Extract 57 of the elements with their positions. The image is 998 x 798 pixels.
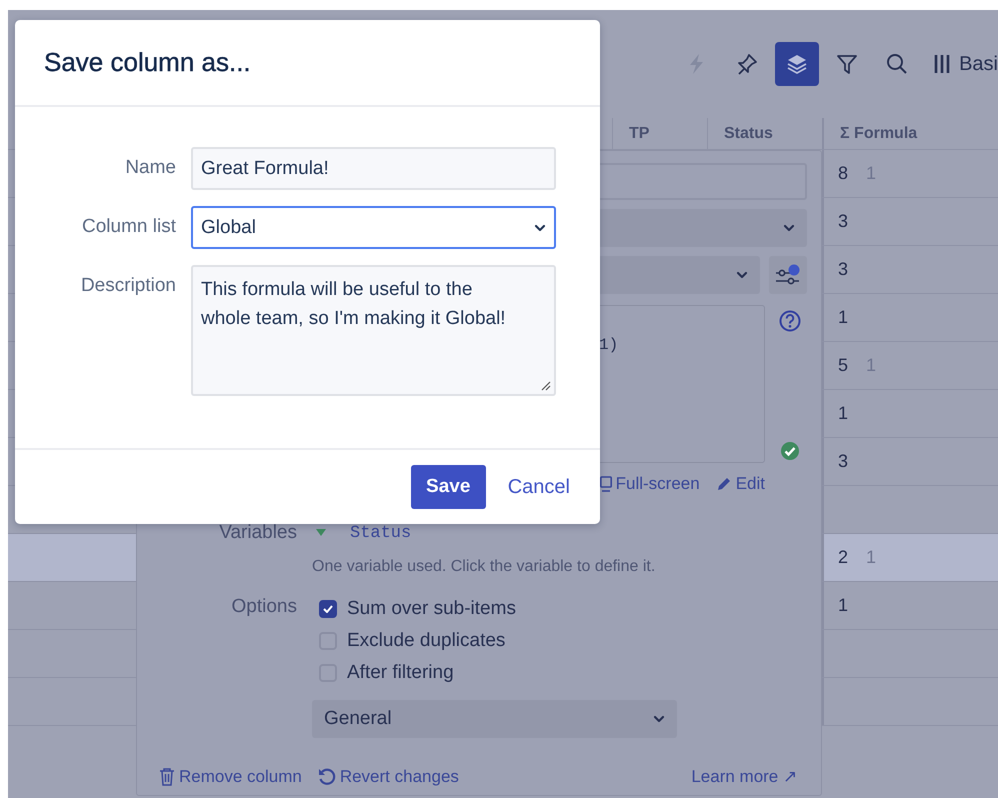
checkbox[interactable]: After filtering — [312, 660, 454, 685]
checkmark-icon — [323, 604, 333, 612]
field-label: Options — [232, 596, 297, 617]
caret-icon — [316, 529, 326, 537]
text-field[interactable]: Great Formula! — [191, 147, 556, 190]
undo-icon — [318, 768, 336, 786]
view-button[interactable]: Basi — [927, 52, 998, 76]
layers-icon — [786, 53, 808, 75]
resize-grip-icon — [541, 381, 551, 391]
chevron-down-icon — [736, 271, 748, 279]
field-label: Description — [80, 274, 176, 298]
learn-more-link[interactable]: Learn more ↗ — [691, 766, 797, 787]
checkbox[interactable]: Exclude duplicates — [312, 628, 506, 653]
table-cell: 3 — [838, 451, 848, 472]
dialog-title: Save column as... — [44, 47, 251, 78]
toolbar-button[interactable] — [775, 42, 820, 86]
field-label: Name — [124, 156, 176, 180]
screen-icon — [600, 476, 612, 492]
cancel-link[interactable]: Cancel — [508, 476, 570, 498]
column-header: TP — [612, 118, 707, 149]
chevron-down-icon — [534, 224, 546, 232]
pencil-icon — [716, 476, 732, 492]
link[interactable]: Edit — [716, 474, 765, 494]
formula-text: 1) — [599, 336, 618, 354]
table-cell: 1 — [838, 307, 848, 328]
pin-icon — [736, 53, 758, 75]
chevron-down-icon — [783, 224, 795, 232]
trash-icon — [159, 768, 175, 786]
field-label: Column list — [81, 215, 176, 239]
help-icon[interactable] — [779, 310, 801, 332]
textarea-field[interactable]: This formula will be useful to the whole team, so I'm making it Global! — [191, 265, 556, 396]
revert-changes-link[interactable]: Revert changes — [318, 766, 459, 787]
table-cell: 3 — [838, 211, 848, 232]
column-header: Status — [707, 118, 822, 149]
hint-text: One variable used. Click the variable to define it. — [312, 558, 656, 576]
checkbox[interactable]: Sum over sub-items — [312, 596, 516, 621]
remove-column-link[interactable]: Remove column — [159, 766, 302, 787]
save-button[interactable]: Save — [410, 465, 486, 509]
search-icon — [886, 53, 908, 75]
column-header: Σ Formula — [822, 118, 998, 149]
filter-icon — [836, 53, 858, 75]
link[interactable]: Full-screen — [600, 474, 700, 494]
table-cell: 5 — [838, 355, 848, 376]
columns-icon — [933, 53, 952, 75]
table-cell: 1 — [838, 403, 848, 424]
chevron-down-icon — [653, 715, 665, 723]
variable-link[interactable]: Status — [312, 524, 412, 542]
select-field[interactable]: General — [312, 700, 677, 738]
table-cell: 3 — [838, 259, 848, 280]
settings-button[interactable] — [769, 256, 807, 294]
table-cell: 2 — [838, 547, 848, 568]
sliders-icon — [775, 264, 801, 286]
field-label: Variables — [219, 522, 297, 543]
sub-item-count: 1 — [866, 547, 876, 568]
table-cell: 8 — [838, 163, 848, 184]
table-cell: 1 — [838, 595, 848, 616]
select-field[interactable]: Global — [191, 206, 556, 249]
